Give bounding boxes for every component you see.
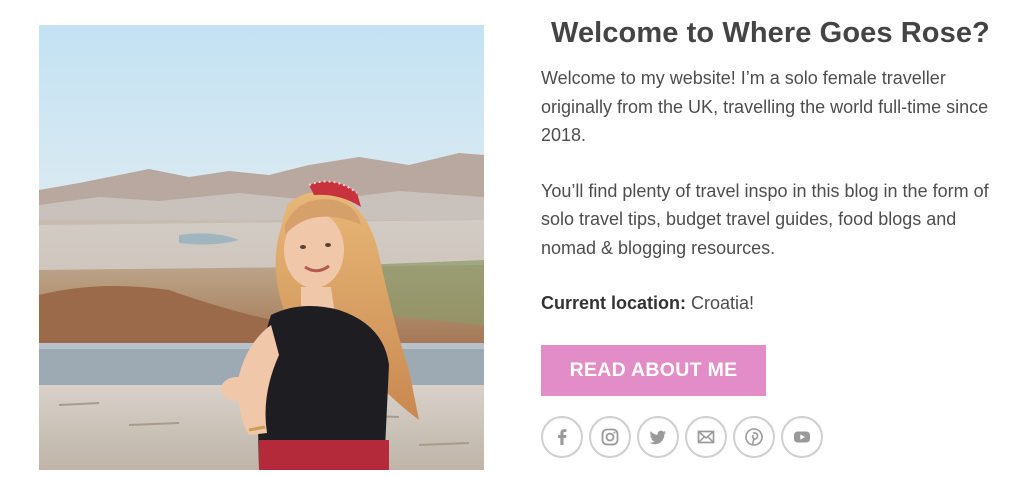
instagram-icon[interactable] [589, 415, 631, 458]
facebook-icon[interactable] [541, 415, 583, 458]
location-label: Current location: [541, 293, 687, 313]
location-value: Croatia! [686, 293, 755, 313]
read-about-me-button[interactable]: READ ABOUT ME [541, 344, 766, 396]
page-title: Welcome to Where Goes Rose? [551, 17, 990, 49]
youtube-icon[interactable] [781, 415, 823, 458]
intro-paragraph: Welcome to my website! I’m a solo female… [541, 68, 989, 145]
social-links [541, 415, 991, 458]
intro-paragraph: You’ll find plenty of travel inspo in th… [541, 180, 989, 258]
twitter-icon[interactable] [637, 415, 679, 458]
email-icon[interactable] [685, 415, 727, 458]
current-location: Current location: Croatia! [541, 289, 991, 318]
pinterest-icon[interactable] [733, 415, 775, 458]
welcome-section: Welcome to Where Goes Rose? Welcome to m… [541, 14, 991, 458]
profile-photo [39, 25, 484, 470]
